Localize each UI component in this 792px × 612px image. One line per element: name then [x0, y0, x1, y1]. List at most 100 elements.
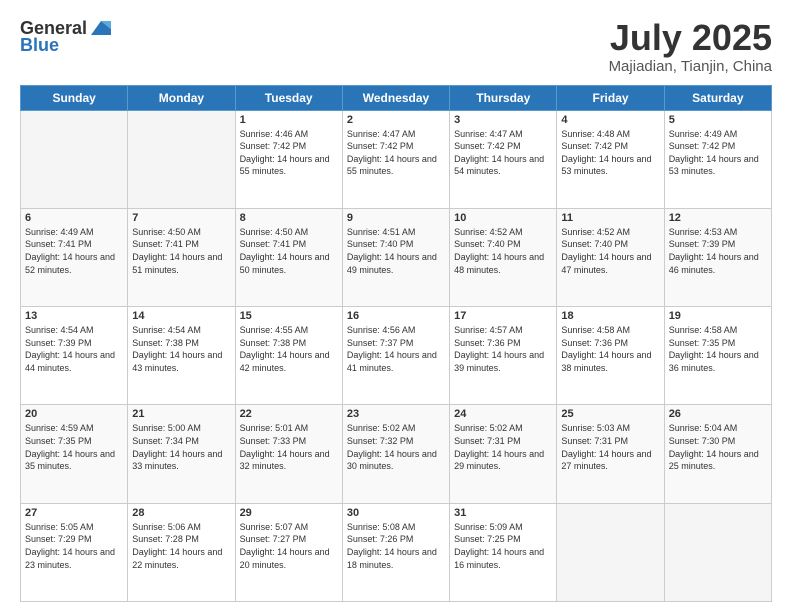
calendar-location: Majiadian, Tianjin, China — [609, 58, 772, 75]
day-info: Sunrise: 5:05 AMSunset: 7:29 PMDaylight:… — [25, 521, 123, 571]
day-info: Sunrise: 4:58 AMSunset: 7:35 PMDaylight:… — [669, 324, 767, 374]
table-row: 18Sunrise: 4:58 AMSunset: 7:36 PMDayligh… — [557, 307, 664, 405]
day-info: Sunrise: 4:50 AMSunset: 7:41 PMDaylight:… — [240, 226, 338, 276]
calendar-title: July 2025 — [609, 18, 772, 58]
calendar-week-row: 1Sunrise: 4:46 AMSunset: 7:42 PMDaylight… — [21, 110, 772, 208]
day-info: Sunrise: 4:49 AMSunset: 7:41 PMDaylight:… — [25, 226, 123, 276]
table-row: 20 Sunrise: 4:59 AMSunset: 7:35 PMDayligh… — [21, 405, 128, 503]
calendar-week-row: 20 Sunrise: 4:59 AMSunset: 7:35 PMDayligh… — [21, 405, 772, 503]
table-row: 24Sunrise: 5:02 AMSunset: 7:31 PMDayligh… — [450, 405, 557, 503]
day-number: 4 — [561, 114, 659, 126]
table-row: 13 Sunrise: 4:54 AMSunset: 7:39 PMDayligh… — [21, 307, 128, 405]
day-info: Sunrise: 5:07 AMSunset: 7:27 PMDaylight:… — [240, 521, 338, 571]
day-info: Sunrise: 5:04 AMSunset: 7:30 PMDaylight:… — [669, 422, 767, 472]
table-row — [557, 503, 664, 601]
day-info: Sunrise: 4:52 AMSunset: 7:40 PMDaylight:… — [454, 226, 552, 276]
day-info: Sunrise: 4:52 AMSunset: 7:40 PMDaylight:… — [561, 226, 659, 276]
table-row: 10 Sunrise: 4:52 AMSunset: 7:40 PMDayligh… — [450, 208, 557, 306]
table-row: 25Sunrise: 5:03 AMSunset: 7:31 PMDayligh… — [557, 405, 664, 503]
day-number: 31 — [454, 507, 552, 519]
calendar-week-row: 6 Sunrise: 4:49 AMSunset: 7:41 PMDaylight… — [21, 208, 772, 306]
table-row: 27Sunrise: 5:05 AMSunset: 7:29 PMDayligh… — [21, 503, 128, 601]
day-number: 2 — [347, 114, 445, 126]
day-number: 11 — [561, 212, 659, 224]
day-info: Sunrise: 4:56 AMSunset: 7:37 PMDaylight:… — [347, 324, 445, 374]
day-number: 19 — [669, 310, 767, 322]
table-row: 28Sunrise: 5:06 AMSunset: 7:28 PMDayligh… — [128, 503, 235, 601]
table-row — [664, 503, 771, 601]
header-monday: Monday — [128, 85, 235, 110]
day-info: Sunrise: 4:47 AMSunset: 7:42 PMDaylight:… — [454, 128, 552, 178]
day-number: 21 — [132, 408, 230, 420]
day-number: 17 — [454, 310, 552, 322]
day-info: Sunrise: 4:49 AMSunset: 7:42 PMDaylight:… — [669, 128, 767, 178]
table-row: 9 Sunrise: 4:51 AMSunset: 7:40 PMDaylight… — [342, 208, 449, 306]
day-number: 7 — [132, 212, 230, 224]
table-row: 21 Sunrise: 5:00 AMSunset: 7:34 PMDayligh… — [128, 405, 235, 503]
logo: General Blue — [20, 18, 111, 56]
table-row: 1Sunrise: 4:46 AMSunset: 7:42 PMDaylight… — [235, 110, 342, 208]
day-number: 5 — [669, 114, 767, 126]
calendar-table: Sunday Monday Tuesday Wednesday Thursday… — [20, 85, 772, 602]
day-info: Sunrise: 5:08 AMSunset: 7:26 PMDaylight:… — [347, 521, 445, 571]
day-info: Sunrise: 4:53 AMSunset: 7:39 PMDaylight:… — [669, 226, 767, 276]
day-number: 6 — [25, 212, 123, 224]
day-number: 1 — [240, 114, 338, 126]
day-info: Sunrise: 4:47 AMSunset: 7:42 PMDaylight:… — [347, 128, 445, 178]
header-thursday: Thursday — [450, 85, 557, 110]
day-info: Sunrise: 4:54 AMSunset: 7:38 PMDaylight:… — [132, 324, 230, 374]
table-row: 23 Sunrise: 5:02 AMSunset: 7:32 PMDayligh… — [342, 405, 449, 503]
header-friday: Friday — [557, 85, 664, 110]
day-number: 29 — [240, 507, 338, 519]
day-info: Sunrise: 5:01 AMSunset: 7:33 PMDaylight:… — [240, 422, 338, 472]
day-info: Sunrise: 4:57 AMSunset: 7:36 PMDaylight:… — [454, 324, 552, 374]
table-row: 2 Sunrise: 4:47 AMSunset: 7:42 PMDaylight… — [342, 110, 449, 208]
day-info: Sunrise: 4:54 AMSunset: 7:39 PMDaylight:… — [25, 324, 123, 374]
table-row: 15 Sunrise: 4:55 AMSunset: 7:38 PMDayligh… — [235, 307, 342, 405]
day-number: 16 — [347, 310, 445, 322]
table-row: 4 Sunrise: 4:48 AMSunset: 7:42 PMDaylight… — [557, 110, 664, 208]
page: General Blue July 2025 Majiadian, Tianji… — [0, 0, 792, 612]
day-info: Sunrise: 5:03 AMSunset: 7:31 PMDaylight:… — [561, 422, 659, 472]
table-row: 17 Sunrise: 4:57 AMSunset: 7:36 PMDayligh… — [450, 307, 557, 405]
day-info: Sunrise: 4:48 AMSunset: 7:42 PMDaylight:… — [561, 128, 659, 178]
day-info: Sunrise: 4:59 AMSunset: 7:35 PMDaylight:… — [25, 422, 123, 472]
day-info: Sunrise: 5:02 AMSunset: 7:32 PMDaylight:… — [347, 422, 445, 472]
logo-icon — [89, 19, 111, 37]
header-saturday: Saturday — [664, 85, 771, 110]
day-number: 10 — [454, 212, 552, 224]
day-info: Sunrise: 5:09 AMSunset: 7:25 PMDaylight:… — [454, 521, 552, 571]
day-number: 28 — [132, 507, 230, 519]
logo-blue: Blue — [20, 35, 59, 56]
day-info: Sunrise: 4:55 AMSunset: 7:38 PMDaylight:… — [240, 324, 338, 374]
day-info: Sunrise: 5:00 AMSunset: 7:34 PMDaylight:… — [132, 422, 230, 472]
table-row: 16 Sunrise: 4:56 AMSunset: 7:37 PMDayligh… — [342, 307, 449, 405]
table-row — [128, 110, 235, 208]
day-number: 22 — [240, 408, 338, 420]
day-number: 15 — [240, 310, 338, 322]
header-sunday: Sunday — [21, 85, 128, 110]
table-row: 8Sunrise: 4:50 AMSunset: 7:41 PMDaylight… — [235, 208, 342, 306]
day-number: 30 — [347, 507, 445, 519]
day-number: 20 — [25, 408, 123, 420]
header-tuesday: Tuesday — [235, 85, 342, 110]
calendar-week-row: 27Sunrise: 5:05 AMSunset: 7:29 PMDayligh… — [21, 503, 772, 601]
table-row: 31 Sunrise: 5:09 AMSunset: 7:25 PMDayligh… — [450, 503, 557, 601]
table-row: 14Sunrise: 4:54 AMSunset: 7:38 PMDayligh… — [128, 307, 235, 405]
day-info: Sunrise: 4:58 AMSunset: 7:36 PMDaylight:… — [561, 324, 659, 374]
day-number: 12 — [669, 212, 767, 224]
table-row: 26Sunrise: 5:04 AMSunset: 7:30 PMDayligh… — [664, 405, 771, 503]
calendar-header-row: Sunday Monday Tuesday Wednesday Thursday… — [21, 85, 772, 110]
header: General Blue July 2025 Majiadian, Tianji… — [20, 18, 772, 75]
day-info: Sunrise: 4:50 AMSunset: 7:41 PMDaylight:… — [132, 226, 230, 276]
table-row: 30 Sunrise: 5:08 AMSunset: 7:26 PMDayligh… — [342, 503, 449, 601]
table-row: 6 Sunrise: 4:49 AMSunset: 7:41 PMDaylight… — [21, 208, 128, 306]
day-number: 3 — [454, 114, 552, 126]
day-number: 13 — [25, 310, 123, 322]
day-info: Sunrise: 4:51 AMSunset: 7:40 PMDaylight:… — [347, 226, 445, 276]
day-number: 9 — [347, 212, 445, 224]
header-wednesday: Wednesday — [342, 85, 449, 110]
title-block: July 2025 Majiadian, Tianjin, China — [609, 18, 772, 75]
day-number: 23 — [347, 408, 445, 420]
day-number: 24 — [454, 408, 552, 420]
